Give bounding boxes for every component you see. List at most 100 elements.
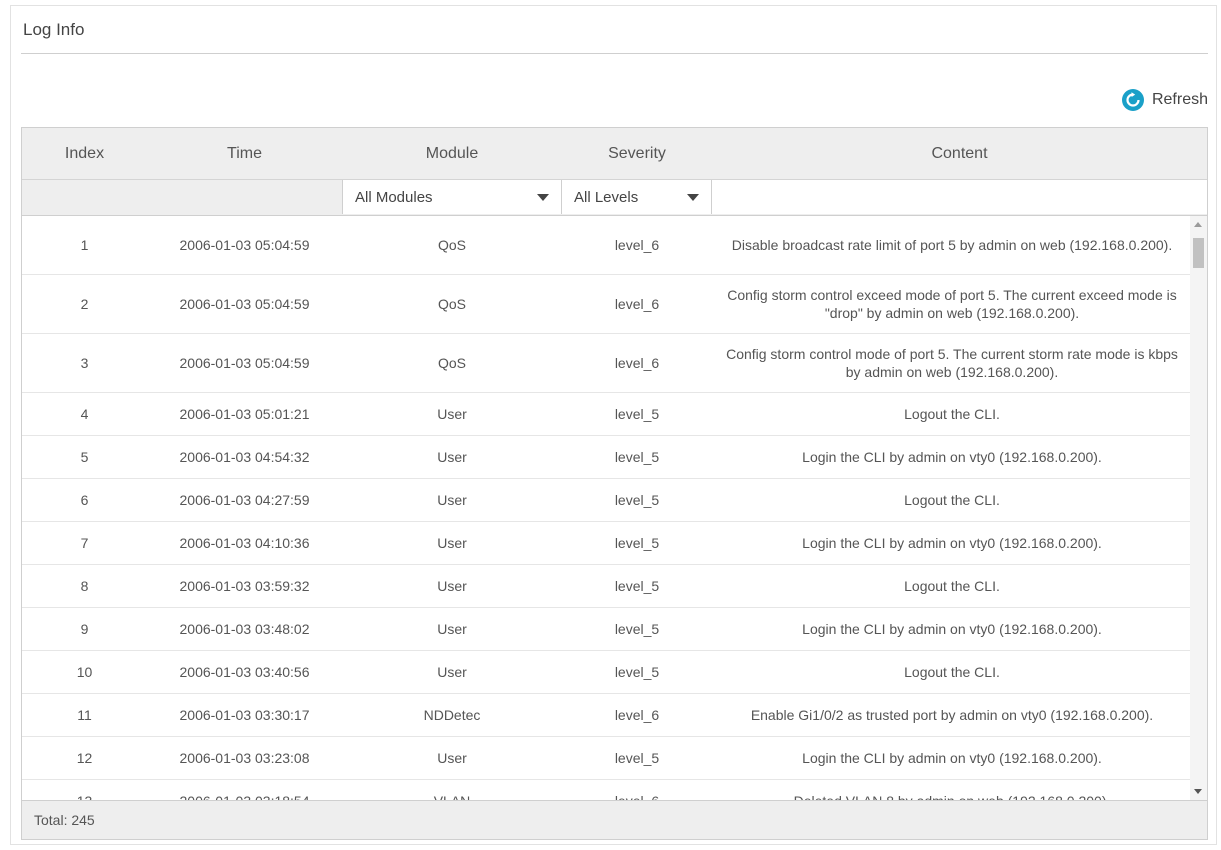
cell-content: Enable Gi1/0/2 as trusted port by admin … bbox=[750, 707, 1154, 723]
scroll-down-arrow-icon[interactable] bbox=[1194, 789, 1202, 794]
log-table: Index Time Module Severity Content All M… bbox=[21, 127, 1208, 840]
table-row[interactable]: 10 2006-01-03 03:40:56 User level_5 Logout t… bbox=[22, 651, 1192, 694]
cell-severity: level_5 bbox=[614, 535, 660, 551]
table-row[interactable]: 12 2006-01-03 03:23:08 User level_5 Login th… bbox=[22, 737, 1192, 780]
refresh-button[interactable]: Refresh bbox=[1121, 89, 1208, 111]
table-row[interactable]: 11 2006-01-03 03:30:17 NDDetec level_6 Enabl… bbox=[22, 694, 1192, 737]
scroll-up-arrow-icon[interactable] bbox=[1194, 222, 1202, 227]
chevron-down-icon bbox=[537, 193, 549, 201]
cell-content: Logout the CLI. bbox=[904, 406, 1000, 422]
total-count: Total: 245 bbox=[34, 812, 95, 828]
cell-index: 5 bbox=[80, 449, 89, 465]
cell-module: User bbox=[437, 621, 467, 637]
table-row[interactable]: 4 2006-01-03 05:01:21 User level_5 Logout th… bbox=[22, 393, 1192, 436]
cell-severity: level_5 bbox=[614, 750, 660, 766]
cell-module: User bbox=[437, 406, 467, 422]
cell-index: 10 bbox=[76, 664, 93, 680]
cell-content: Deleted VLAN 8 by admin on web (192.168.… bbox=[712, 780, 1192, 800]
chevron-down-icon bbox=[687, 193, 699, 201]
cell-index: 4 bbox=[80, 406, 89, 422]
title-divider bbox=[21, 53, 1208, 54]
cell-time: 2006-01-03 04:54:32 bbox=[179, 449, 310, 465]
table-header: Index Time Module Severity Content bbox=[22, 128, 1207, 180]
table-row[interactable]: 3 2006-01-03 05:04:59 QoS level_6 Config sto… bbox=[22, 334, 1192, 393]
cell-severity: level_5 bbox=[614, 621, 660, 637]
cell-module: User bbox=[437, 578, 467, 594]
cell-time: 2006-01-03 03:18:54 bbox=[147, 780, 342, 800]
filter-time-empty bbox=[147, 180, 342, 215]
cell-index: 3 bbox=[80, 355, 89, 371]
page-title: Log Info bbox=[23, 20, 85, 39]
filter-index-empty bbox=[22, 180, 147, 215]
table-row[interactable]: 132006-01-03 03:18:54VLANlevel_6Deleted … bbox=[22, 780, 1192, 800]
cell-severity: level_6 bbox=[614, 296, 660, 312]
vertical-scrollbar[interactable] bbox=[1190, 216, 1207, 800]
cell-content: Login the CLI by admin on vty0 (192.168.… bbox=[802, 750, 1102, 766]
cell-module: NDDetec bbox=[423, 707, 481, 723]
cell-time: 2006-01-03 05:01:21 bbox=[179, 406, 310, 422]
cell-severity: level_5 bbox=[614, 406, 660, 422]
cell-index: 2 bbox=[80, 296, 89, 312]
filter-content-empty bbox=[712, 180, 1207, 214]
cell-module: VLAN bbox=[342, 780, 562, 800]
refresh-icon bbox=[1121, 89, 1144, 111]
cell-severity: level_6 bbox=[562, 780, 712, 800]
cell-module: QoS bbox=[437, 296, 466, 312]
cell-content: Config storm control exceed mode of port… bbox=[727, 287, 1177, 321]
cell-severity: level_6 bbox=[614, 707, 660, 723]
column-header-index[interactable]: Index bbox=[22, 128, 147, 179]
table-body: 1 2006-01-03 05:04:59 QoS level_6 Disable br… bbox=[22, 216, 1192, 800]
table-row[interactable]: 7 2006-01-03 04:10:36 User level_5 Login the… bbox=[22, 522, 1192, 565]
cell-content: Login the CLI by admin on vty0 (192.168.… bbox=[802, 621, 1102, 637]
cell-severity: level_6 bbox=[614, 355, 660, 371]
cell-time: 2006-01-03 05:04:59 bbox=[179, 355, 310, 371]
log-info-panel: Log Info Refresh Index Time Module Sever… bbox=[10, 5, 1217, 845]
cell-module: QoS bbox=[437, 355, 466, 371]
severity-filter-select[interactable]: All Levels bbox=[562, 180, 712, 214]
table-row[interactable]: 6 2006-01-03 04:27:59 User level_5 Logout th… bbox=[22, 479, 1192, 522]
column-header-module[interactable]: Module bbox=[342, 128, 562, 179]
cell-index: 13 bbox=[22, 780, 147, 800]
module-filter-select[interactable]: All Modules bbox=[342, 180, 562, 214]
cell-time: 2006-01-03 04:27:59 bbox=[179, 492, 310, 508]
cell-content: Disable broadcast rate limit of port 5 b… bbox=[731, 237, 1173, 253]
cell-time: 2006-01-03 03:48:02 bbox=[179, 621, 310, 637]
scroll-thumb[interactable] bbox=[1193, 238, 1204, 268]
cell-severity: level_5 bbox=[614, 449, 660, 465]
cell-time: 2006-01-03 05:04:59 bbox=[179, 237, 310, 253]
cell-severity: level_6 bbox=[614, 237, 660, 253]
cell-time: 2006-01-03 03:40:56 bbox=[179, 664, 310, 680]
cell-index: 12 bbox=[76, 750, 93, 766]
table-row[interactable]: 8 2006-01-03 03:59:32 User level_5 Logout th… bbox=[22, 565, 1192, 608]
cell-index: 9 bbox=[80, 621, 89, 637]
cell-index: 7 bbox=[80, 535, 89, 551]
cell-time: 2006-01-03 03:59:32 bbox=[179, 578, 310, 594]
cell-content: Logout the CLI. bbox=[904, 578, 1000, 594]
cell-index: 11 bbox=[77, 707, 92, 723]
column-header-content[interactable]: Content bbox=[712, 128, 1207, 179]
cell-severity: level_5 bbox=[614, 492, 660, 508]
column-header-severity[interactable]: Severity bbox=[562, 128, 712, 179]
cell-module: User bbox=[437, 750, 467, 766]
cell-content: Login the CLI by admin on vty0 (192.168.… bbox=[802, 449, 1102, 465]
cell-time: 2006-01-03 03:30:17 bbox=[179, 707, 310, 723]
table-footer: Total: 245 bbox=[22, 800, 1207, 839]
refresh-label: Refresh bbox=[1151, 91, 1208, 108]
severity-filter-value: All Levels bbox=[574, 188, 639, 206]
table-row[interactable]: 2 2006-01-03 05:04:59 QoS level_6 Config sto… bbox=[22, 275, 1192, 334]
cell-content: Logout the CLI. bbox=[904, 492, 1000, 508]
table-row[interactable]: 5 2006-01-03 04:54:32 User level_5 Login the… bbox=[22, 436, 1192, 479]
cell-module: User bbox=[437, 535, 467, 551]
module-filter-value: All Modules bbox=[355, 188, 433, 206]
cell-content: Login the CLI by admin on vty0 (192.168.… bbox=[802, 535, 1102, 551]
table-row[interactable]: 1 2006-01-03 05:04:59 QoS level_6 Disable br… bbox=[22, 216, 1192, 275]
filter-row: All Modules All Levels bbox=[22, 180, 1207, 216]
cell-module: User bbox=[437, 492, 467, 508]
cell-index: 1 bbox=[80, 237, 89, 253]
table-row[interactable]: 9 2006-01-03 03:48:02 User level_5 Login the… bbox=[22, 608, 1192, 651]
cell-index: 8 bbox=[80, 578, 89, 594]
column-header-time[interactable]: Time bbox=[147, 128, 342, 179]
cell-time: 2006-01-03 03:23:08 bbox=[179, 750, 310, 766]
cell-index: 6 bbox=[80, 492, 89, 508]
cell-module: User bbox=[437, 664, 467, 680]
